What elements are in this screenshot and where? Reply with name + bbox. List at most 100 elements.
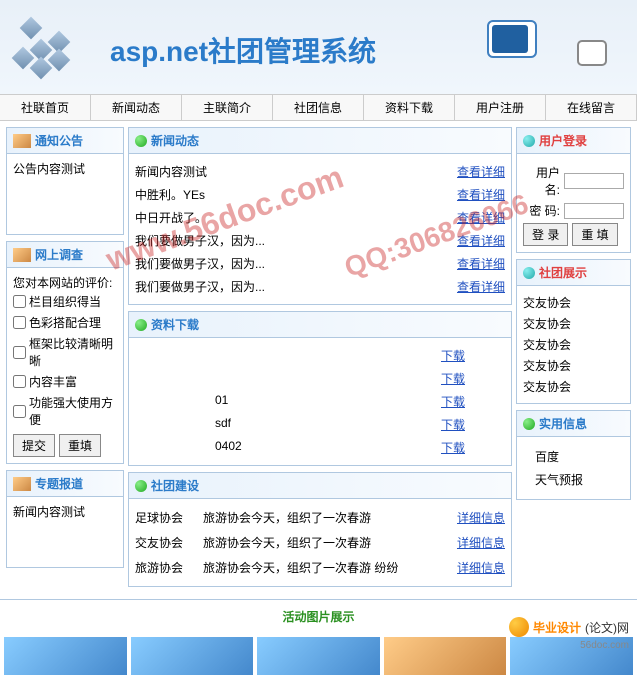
notice-icon [13,134,31,148]
news-item-text: 我们要做男子汉，因为... [135,278,265,295]
survey-opt-2[interactable] [13,346,26,359]
survey-opt-4[interactable] [13,405,26,418]
download-panel: 资料下载 下载 下载 01 下载 sdf 下载 0402 下载 [128,311,512,466]
news-item-text: 中胜利。YEs [135,186,205,203]
login-title: 用户登录 [539,132,587,149]
show-item[interactable]: 交友协会 [523,355,624,376]
news-item-text: 新闻内容测试 [135,163,207,180]
password-label: 密 码: [523,202,560,219]
club-desc: 旅游协会今天，组织了一次春游 纷纷 [203,559,449,576]
survey-panel: 网上调查 您对本网站的评价: 栏目组织得当 色彩搭配合理 框架比较清晰明晰 内容… [6,241,124,464]
download-link[interactable]: 下载 [441,439,465,456]
news-panel: 新闻动态 新闻内容测试查看详细 中胜利。YEs查看详细 中日开战了。查看详细 我… [128,127,512,305]
news-item-text: 我们要做男子汉，因为... [135,255,265,272]
survey-title: 网上调查 [35,246,83,263]
username-label: 用户名: [523,164,560,198]
show-item[interactable]: 交友协会 [523,292,624,313]
dl-item-text: 0402 [215,439,242,456]
news-title: 新闻动态 [151,132,199,149]
footer-brand: 毕业设计 (论文)网 [509,617,629,637]
show-item[interactable]: 交友协会 [523,313,624,334]
arrow-icon [523,135,535,147]
special-content: 新闻内容测试 [7,497,123,567]
club-detail-link[interactable]: 详细信息 [457,534,505,551]
survey-opt-3[interactable] [13,375,26,388]
show-title: 社团展示 [539,264,587,281]
site-title: asp.net社团管理系统 [110,30,376,70]
dl-item-text: sdf [215,416,231,433]
nav-register[interactable]: 用户注册 [455,95,546,120]
footer-brand1: 毕业设计 [533,619,581,636]
gallery-strip [0,633,637,679]
gallery-image[interactable] [131,637,254,675]
survey-reset-button[interactable]: 重填 [59,434,101,457]
download-link[interactable]: 下载 [441,416,465,433]
info-link[interactable]: 天气预报 [535,468,630,491]
show-item[interactable]: 交友协会 [523,376,624,397]
download-link[interactable]: 下载 [441,347,465,364]
gallery-image[interactable] [257,637,380,675]
arrow-icon [523,267,535,279]
notice-title: 通知公告 [35,132,83,149]
news-item-text: 我们要做男子汉，因为... [135,232,265,249]
gallery-image[interactable] [4,637,127,675]
dl-item-text: 01 [215,393,228,410]
download-title: 资料下载 [151,316,199,333]
club-panel: 社团建设 足球协会旅游协会今天，组织了一次春游详细信息 交友协会旅游协会今天，组… [128,472,512,587]
nav-guestbook[interactable]: 在线留言 [546,95,637,120]
login-panel: 用户登录 用户名: 密 码: 登 录 重 填 [516,127,631,253]
news-detail-link[interactable]: 查看详细 [457,232,505,249]
club-name: 旅游协会 [135,559,195,576]
survey-opt-0[interactable] [13,295,26,308]
download-link[interactable]: 下载 [441,393,465,410]
arrow-icon [135,319,147,331]
notice-content: 公告内容测试 [7,154,123,234]
nav-about[interactable]: 主联简介 [182,95,273,120]
club-detail-link[interactable]: 详细信息 [457,509,505,526]
special-title: 专题报道 [35,475,83,492]
nav-home[interactable]: 社联首页 [0,95,91,120]
survey-icon [13,248,31,262]
club-title: 社团建设 [151,477,199,494]
password-input[interactable] [564,203,624,219]
news-detail-link[interactable]: 查看详细 [457,186,505,203]
club-name: 足球协会 [135,509,195,526]
info-title: 实用信息 [539,415,587,432]
gallery-image[interactable] [384,637,507,675]
nav-download[interactable]: 资料下载 [364,95,455,120]
special-icon [13,477,31,491]
news-detail-link[interactable]: 查看详细 [457,278,505,295]
survey-submit-button[interactable]: 提交 [13,434,55,457]
download-link[interactable]: 下载 [441,370,465,387]
survey-opt-1[interactable] [13,316,26,329]
main-nav: 社联首页 新闻动态 主联简介 社团信息 资料下载 用户注册 在线留言 [0,95,637,121]
show-panel: 社团展示 交友协会 交友协会 交友协会 交友协会 交友协会 [516,259,631,404]
username-input[interactable] [564,173,624,189]
news-item-text: 中日开战了。 [135,209,207,226]
footer-url: 56doc.com [580,640,629,651]
sun-icon [509,617,529,637]
news-detail-link[interactable]: 查看详细 [457,255,505,272]
nav-news[interactable]: 新闻动态 [91,95,182,120]
club-name: 交友协会 [135,534,195,551]
show-item[interactable]: 交友协会 [523,334,624,355]
club-desc: 旅游协会今天，组织了一次春游 [203,534,449,551]
club-desc: 旅游协会今天，组织了一次春游 [203,509,449,526]
info-panel: 实用信息 百度 天气预报 [516,410,631,500]
survey-question: 您对本网站的评价: [13,274,117,291]
arrow-icon [523,418,535,430]
logo-cubes-icon [5,10,80,85]
news-detail-link[interactable]: 查看详细 [457,163,505,180]
nav-clubs[interactable]: 社团信息 [273,95,364,120]
arrow-icon [135,135,147,147]
tv-icon [487,20,547,70]
special-panel: 专题报道 新闻内容测试 [6,470,124,568]
footer-brand2: (论文)网 [585,619,629,636]
header-banner: asp.net社团管理系统 [0,0,637,95]
robot-icon [577,40,617,80]
club-detail-link[interactable]: 详细信息 [457,559,505,576]
info-link[interactable]: 百度 [535,445,630,468]
news-detail-link[interactable]: 查看详细 [457,209,505,226]
login-button[interactable]: 登 录 [523,223,568,246]
login-reset-button[interactable]: 重 填 [572,223,617,246]
